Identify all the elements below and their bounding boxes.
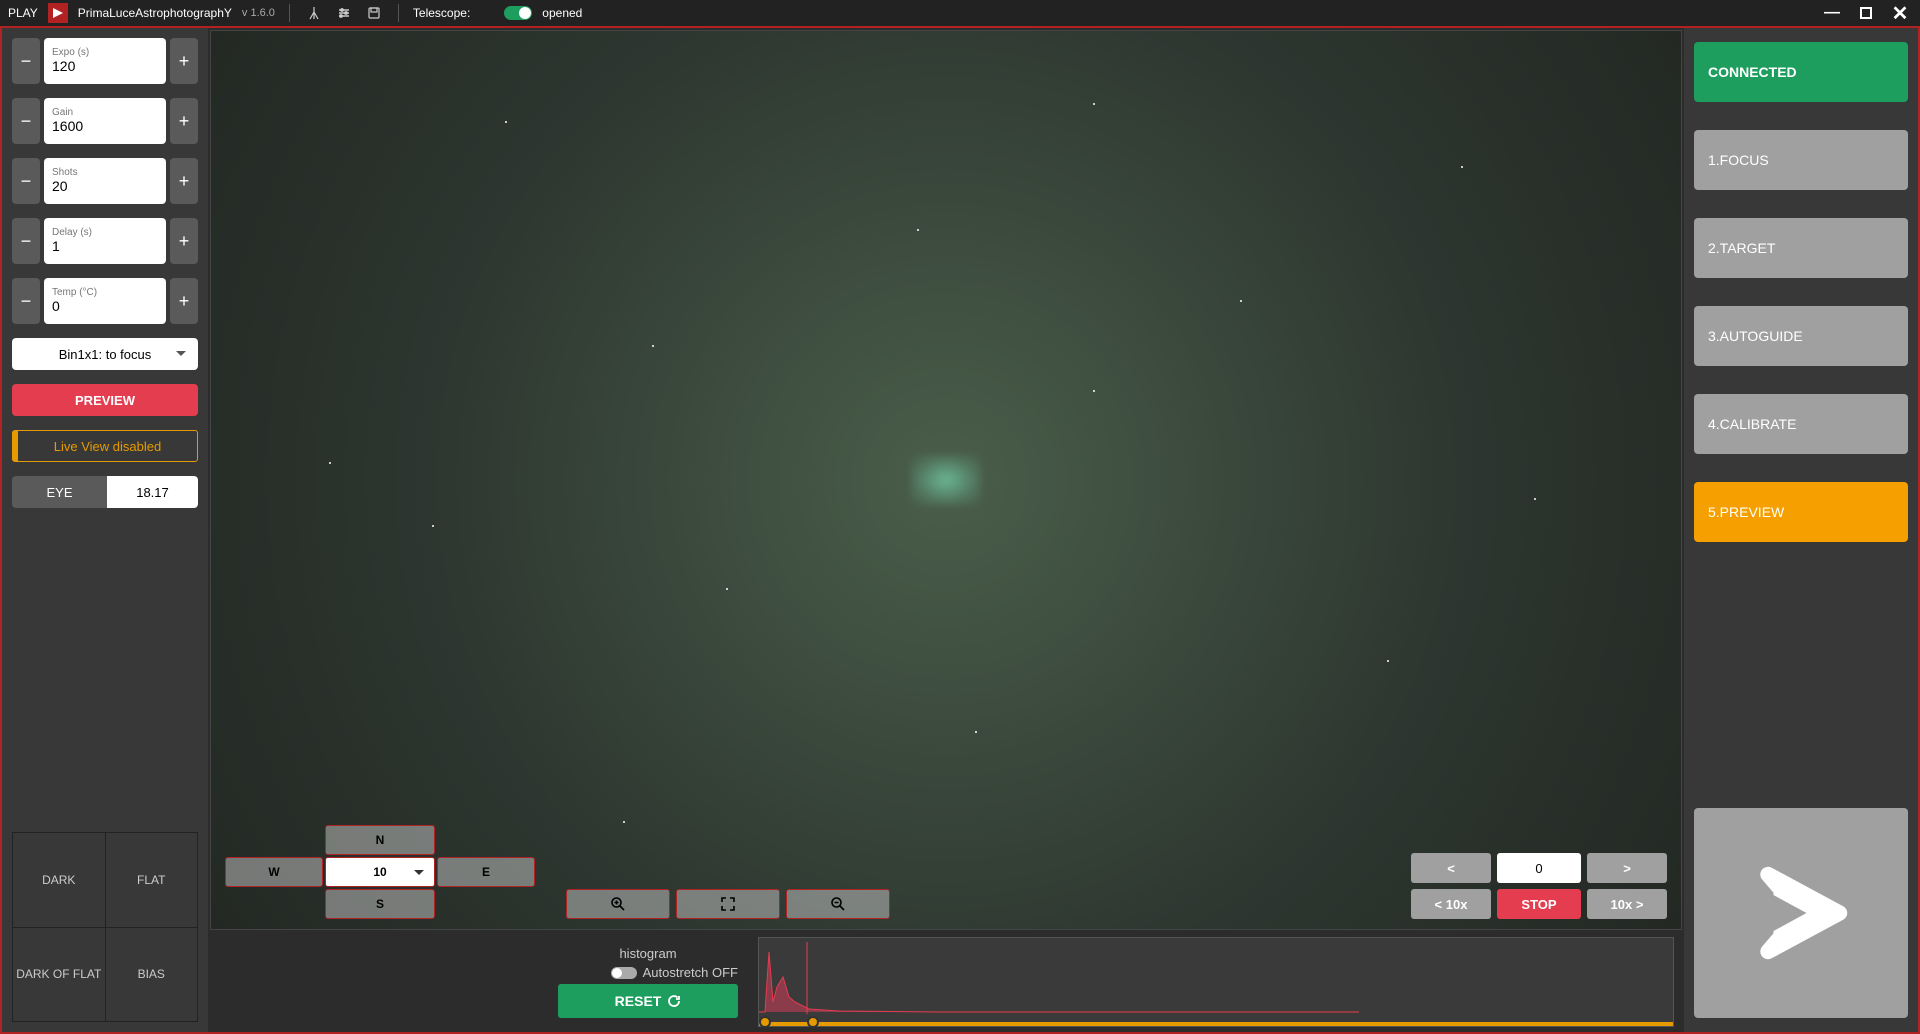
zoom-in-button[interactable] <box>566 889 670 919</box>
reset-button[interactable]: RESET <box>558 984 738 1018</box>
preview-button[interactable]: PREVIEW <box>12 384 198 416</box>
bias-button[interactable]: BIAS <box>106 928 198 1022</box>
histogram-knob-right[interactable] <box>807 1016 819 1028</box>
delay-stepper: − Delay (s) 1 + <box>12 218 198 264</box>
histogram-slider[interactable] <box>759 1022 1673 1026</box>
histogram-row: histogram Autostretch OFF RESET <box>208 932 1684 1032</box>
histogram-title: histogram <box>558 946 738 961</box>
tripod-icon[interactable] <box>304 3 324 23</box>
shift-right-button[interactable]: > <box>1587 853 1667 883</box>
step-preview-button[interactable]: 5.PREVIEW <box>1694 482 1908 542</box>
step-calibrate-button[interactable]: 4.CALIBRATE <box>1694 394 1908 454</box>
zoom-group <box>566 889 890 919</box>
gain-stepper: − Gain 1600 + <box>12 98 198 144</box>
autostretch-toggle[interactable] <box>611 967 637 979</box>
shift-value[interactable]: 0 <box>1497 853 1581 883</box>
expo-stepper: − Expo (s) 120 + <box>12 38 198 84</box>
minimize-button[interactable]: — <box>1820 4 1844 22</box>
fit-to-screen-button[interactable] <box>676 889 780 919</box>
shift-group: < 0 > < 10x STOP 10x > <box>1411 853 1667 919</box>
histogram-curve-icon <box>759 942 1359 1014</box>
telescope-toggle[interactable] <box>504 6 532 20</box>
shots-stepper: − Shots 20 + <box>12 158 198 204</box>
direction-pad: N W 10 E S <box>225 825 535 919</box>
play-icon <box>1746 858 1856 968</box>
liveview-status: Live View disabled <box>12 430 198 462</box>
shift-left-10x-button[interactable]: < 10x <box>1411 889 1491 919</box>
gain-minus[interactable]: − <box>12 98 40 144</box>
east-button[interactable]: E <box>437 857 535 887</box>
flat-button[interactable]: FLAT <box>106 833 198 927</box>
shots-field[interactable]: Shots 20 <box>44 158 166 204</box>
gain-field[interactable]: Gain 1600 <box>44 98 166 144</box>
delay-minus[interactable]: − <box>12 218 40 264</box>
sliders-icon[interactable] <box>334 3 354 23</box>
shift-right-10x-button[interactable]: 10x > <box>1587 889 1667 919</box>
temp-field[interactable]: Temp (°C) 0 <box>44 278 166 324</box>
north-button[interactable]: N <box>325 825 435 855</box>
temp-minus[interactable]: − <box>12 278 40 324</box>
binning-select[interactable]: Bin1x1: to focus <box>12 338 198 370</box>
expo-field[interactable]: Expo (s) 120 <box>44 38 166 84</box>
histogram-knob-left[interactable] <box>759 1016 771 1028</box>
histogram-controls: histogram Autostretch OFF RESET <box>558 946 738 1018</box>
center-panel: N W 10 E S <box>208 28 1684 1032</box>
connected-status[interactable]: CONNECTED <box>1694 42 1908 102</box>
expo-minus[interactable]: − <box>12 38 40 84</box>
step-focus-button[interactable]: 1.FOCUS <box>1694 130 1908 190</box>
title-bar: PLAY PrimaLuceAstrophotographY v 1.6.0 T… <box>0 0 1920 26</box>
eye-row: EYE 18.17 <box>12 476 198 508</box>
south-button[interactable]: S <box>325 889 435 919</box>
left-panel: − Expo (s) 120 + − Gain 1600 + − Shots 2… <box>2 28 208 1032</box>
app-name: PrimaLuceAstrophotographY <box>78 6 232 20</box>
temp-plus[interactable]: + <box>170 278 198 324</box>
delay-plus[interactable]: + <box>170 218 198 264</box>
telescope-status: opened <box>542 6 582 20</box>
dark-button[interactable]: DARK <box>13 833 105 927</box>
histogram-plot[interactable] <box>758 937 1674 1027</box>
eye-value: 18.17 <box>107 476 198 508</box>
autostretch-label: Autostretch OFF <box>643 965 738 980</box>
step-target-button[interactable]: 2.TARGET <box>1694 218 1908 278</box>
shift-left-button[interactable]: < <box>1411 853 1491 883</box>
stop-button[interactable]: STOP <box>1497 889 1581 919</box>
delay-field[interactable]: Delay (s) 1 <box>44 218 166 264</box>
shots-plus[interactable]: + <box>170 158 198 204</box>
right-panel: CONNECTED 1.FOCUS 2.TARGET 3.AUTOGUIDE 4… <box>1684 28 1918 1032</box>
maximize-button[interactable] <box>1854 4 1878 22</box>
app-prefix: PLAY <box>8 6 38 20</box>
disk-icon[interactable] <box>364 3 384 23</box>
eye-label: EYE <box>12 476 107 508</box>
refresh-icon <box>667 994 681 1008</box>
dark-of-flat-button[interactable]: DARK OF FLAT <box>13 928 105 1022</box>
app-logo-icon <box>48 3 68 23</box>
slew-rate-select[interactable]: 10 <box>325 857 435 887</box>
temp-stepper: − Temp (°C) 0 + <box>12 278 198 324</box>
calib-grid: DARK FLAT DARK OF FLAT BIAS <box>12 832 198 1022</box>
app-version: v 1.6.0 <box>242 7 275 19</box>
zoom-out-button[interactable] <box>786 889 890 919</box>
expo-plus[interactable]: + <box>170 38 198 84</box>
start-sequence-button[interactable] <box>1694 808 1908 1018</box>
west-button[interactable]: W <box>225 857 323 887</box>
shots-minus[interactable]: − <box>12 158 40 204</box>
image-preview[interactable]: N W 10 E S <box>210 30 1682 930</box>
nebula-icon <box>911 455 981 505</box>
autostretch-row: Autostretch OFF <box>611 965 738 980</box>
close-button[interactable]: ✕ <box>1888 4 1912 22</box>
step-autoguide-button[interactable]: 3.AUTOGUIDE <box>1694 306 1908 366</box>
telescope-label: Telescope: <box>413 6 470 20</box>
gain-plus[interactable]: + <box>170 98 198 144</box>
